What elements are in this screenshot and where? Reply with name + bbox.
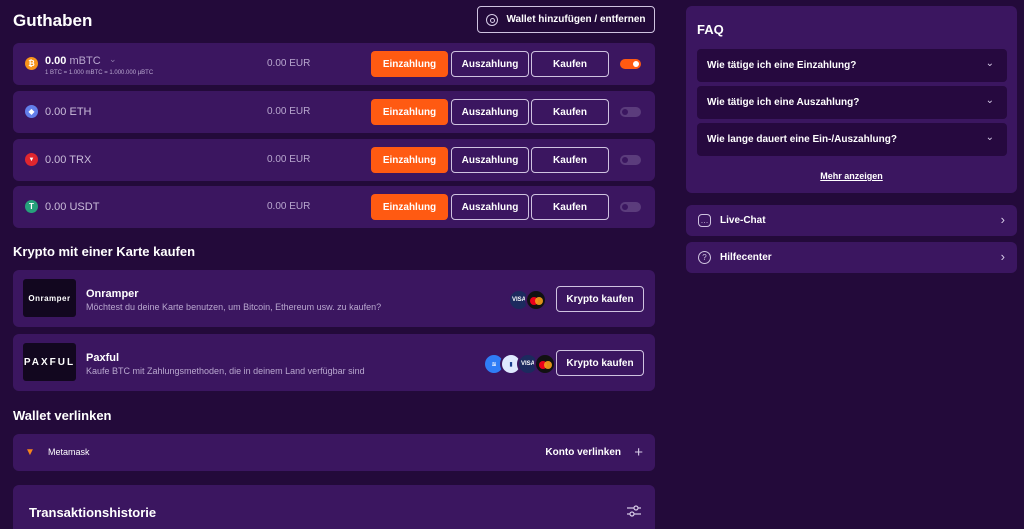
coin-amount-usdt: 0.00 USDT: [45, 201, 100, 213]
toggle-trx[interactable]: [620, 155, 641, 165]
toggle-btc[interactable]: [620, 59, 641, 69]
payment-methods: ≋ ▮ VISA: [483, 353, 556, 375]
faq-item[interactable]: Wie lange dauert eine Ein-/Auszahlung? ⌄: [697, 123, 1007, 156]
coin-row-trx: ▼ 0.00 TRX 0.00 EUR Einzahlung Auszahlun…: [13, 139, 655, 181]
metamask-row[interactable]: ▼ Metamask Konto verlinken +: [13, 434, 655, 471]
coin-fiat-trx: 0.00 EUR: [267, 154, 311, 165]
coin-amount-btc: 0.00 mBTC: [45, 55, 101, 67]
chevron-down-icon: ⌄: [985, 95, 994, 106]
help-center-label: Hilfecenter: [720, 252, 772, 263]
deposit-button-eth[interactable]: Einzahlung: [371, 99, 448, 125]
buy-button-usdt[interactable]: Kaufen: [531, 194, 609, 220]
faq-question: Wie tätige ich eine Auszahlung?: [707, 97, 860, 108]
manage-wallets-label: Wallet hinzufügen / entfernen: [506, 14, 646, 25]
chevron-down-icon[interactable]: ⌄: [109, 54, 117, 65]
mastercard-icon: [534, 353, 556, 375]
live-chat-label: Live-Chat: [720, 215, 766, 226]
link-account-button[interactable]: Konto verlinken: [545, 447, 621, 458]
balance-header: Guthaben Wallet hinzufügen / entfernen: [13, 6, 655, 34]
buy-crypto-button-paxful[interactable]: Krypto kaufen: [556, 350, 644, 376]
provider-description: Kaufe BTC mit Zahlungsmethoden, die in d…: [86, 366, 365, 376]
manage-wallets-button[interactable]: Wallet hinzufügen / entfernen: [477, 6, 655, 33]
question-mark-icon: ?: [698, 251, 711, 264]
toggle-eth[interactable]: [620, 107, 641, 117]
faq-question: Wie lange dauert eine Ein-/Auszahlung?: [707, 134, 897, 145]
chevron-down-icon: ⌄: [985, 132, 994, 143]
withdraw-button-usdt[interactable]: Auszahlung: [451, 194, 529, 220]
provider-name: Onramper: [86, 288, 139, 300]
payment-methods: VISA: [508, 289, 547, 311]
tron-icon: ▼: [25, 153, 38, 166]
buy-button-trx[interactable]: Kaufen: [531, 147, 609, 173]
live-chat-row[interactable]: … Live-Chat ›: [686, 205, 1017, 236]
show-more-link[interactable]: Mehr anzeigen: [686, 171, 1017, 181]
faq-panel: FAQ Wie tätige ich eine Einzahlung? ⌄ Wi…: [686, 6, 1017, 193]
withdraw-button-trx[interactable]: Auszahlung: [451, 147, 529, 173]
card-section-title: Krypto mit einer Karte kaufen: [13, 244, 196, 259]
coin-amount-eth: 0.00 ETH: [45, 106, 92, 118]
chevron-down-icon: ⌄: [985, 58, 994, 69]
wallet-name: Metamask: [48, 447, 90, 457]
buy-button-eth[interactable]: Kaufen: [531, 99, 609, 125]
deposit-button-trx[interactable]: Einzahlung: [371, 147, 448, 173]
onramper-logo: Onramper: [23, 279, 76, 317]
faq-item[interactable]: Wie tätige ich eine Auszahlung? ⌄: [697, 86, 1007, 119]
coin-fiat-eth: 0.00 EUR: [267, 106, 311, 117]
buy-button-btc[interactable]: Kaufen: [531, 51, 609, 77]
coin-row-btc: ₿ 0.00 mBTC ⌄ 1 BTC = 1.000 mBTC = 1.000…: [13, 43, 655, 85]
unit-conversion-note: 1 BTC = 1.000 mBTC = 1.000.000 µBTC: [45, 70, 154, 76]
tether-icon: T: [25, 200, 38, 213]
bitcoin-icon: ₿: [25, 57, 38, 70]
transaction-history-panel: Transaktionshistorie: [13, 485, 655, 529]
provider-name: Paxful: [86, 352, 120, 364]
plus-icon[interactable]: +: [634, 444, 643, 461]
deposit-button-usdt[interactable]: Einzahlung: [371, 194, 448, 220]
paxful-logo: PAXFUL: [23, 343, 76, 381]
chevron-right-icon: ›: [1000, 249, 1005, 264]
coin-row-usdt: T 0.00 USDT 0.00 EUR Einzahlung Auszahlu…: [13, 186, 655, 228]
transaction-history-title: Transaktionshistorie: [29, 505, 157, 520]
gear-icon: [486, 13, 499, 26]
faq-title: FAQ: [697, 22, 724, 37]
faq-question: Wie tätige ich eine Einzahlung?: [707, 60, 857, 71]
chevron-right-icon: ›: [1000, 212, 1005, 227]
filter-icon[interactable]: [627, 505, 641, 517]
coin-row-eth: ◆ 0.00 ETH 0.00 EUR Einzahlung Auszahlun…: [13, 91, 655, 133]
coin-fiat-btc: 0.00 EUR: [267, 58, 311, 69]
help-center-row[interactable]: ? Hilfecenter ›: [686, 242, 1017, 273]
coin-fiat-usdt: 0.00 EUR: [267, 201, 311, 212]
coin-amount-trx: 0.00 TRX: [45, 154, 92, 166]
provider-onramper: Onramper Onramper Möchtest du deine Kart…: [13, 270, 655, 327]
chat-bubble-icon: …: [698, 214, 711, 227]
provider-paxful: PAXFUL Paxful Kaufe BTC mit Zahlungsmeth…: [13, 334, 655, 391]
ethereum-icon: ◆: [25, 105, 38, 118]
deposit-button-btc[interactable]: Einzahlung: [371, 51, 448, 77]
balance-title: Guthaben: [13, 11, 93, 30]
toggle-usdt[interactable]: [620, 202, 641, 212]
wallet-link-title: Wallet verlinken: [13, 408, 112, 423]
withdraw-button-btc[interactable]: Auszahlung: [451, 51, 529, 77]
provider-description: Möchtest du deine Karte benutzen, um Bit…: [86, 302, 382, 312]
mastercard-icon: [525, 289, 547, 311]
withdraw-button-eth[interactable]: Auszahlung: [451, 99, 529, 125]
metamask-fox-icon: ▼: [25, 447, 35, 458]
faq-item[interactable]: Wie tätige ich eine Einzahlung? ⌄: [697, 49, 1007, 82]
buy-crypto-button-onramper[interactable]: Krypto kaufen: [556, 286, 644, 312]
